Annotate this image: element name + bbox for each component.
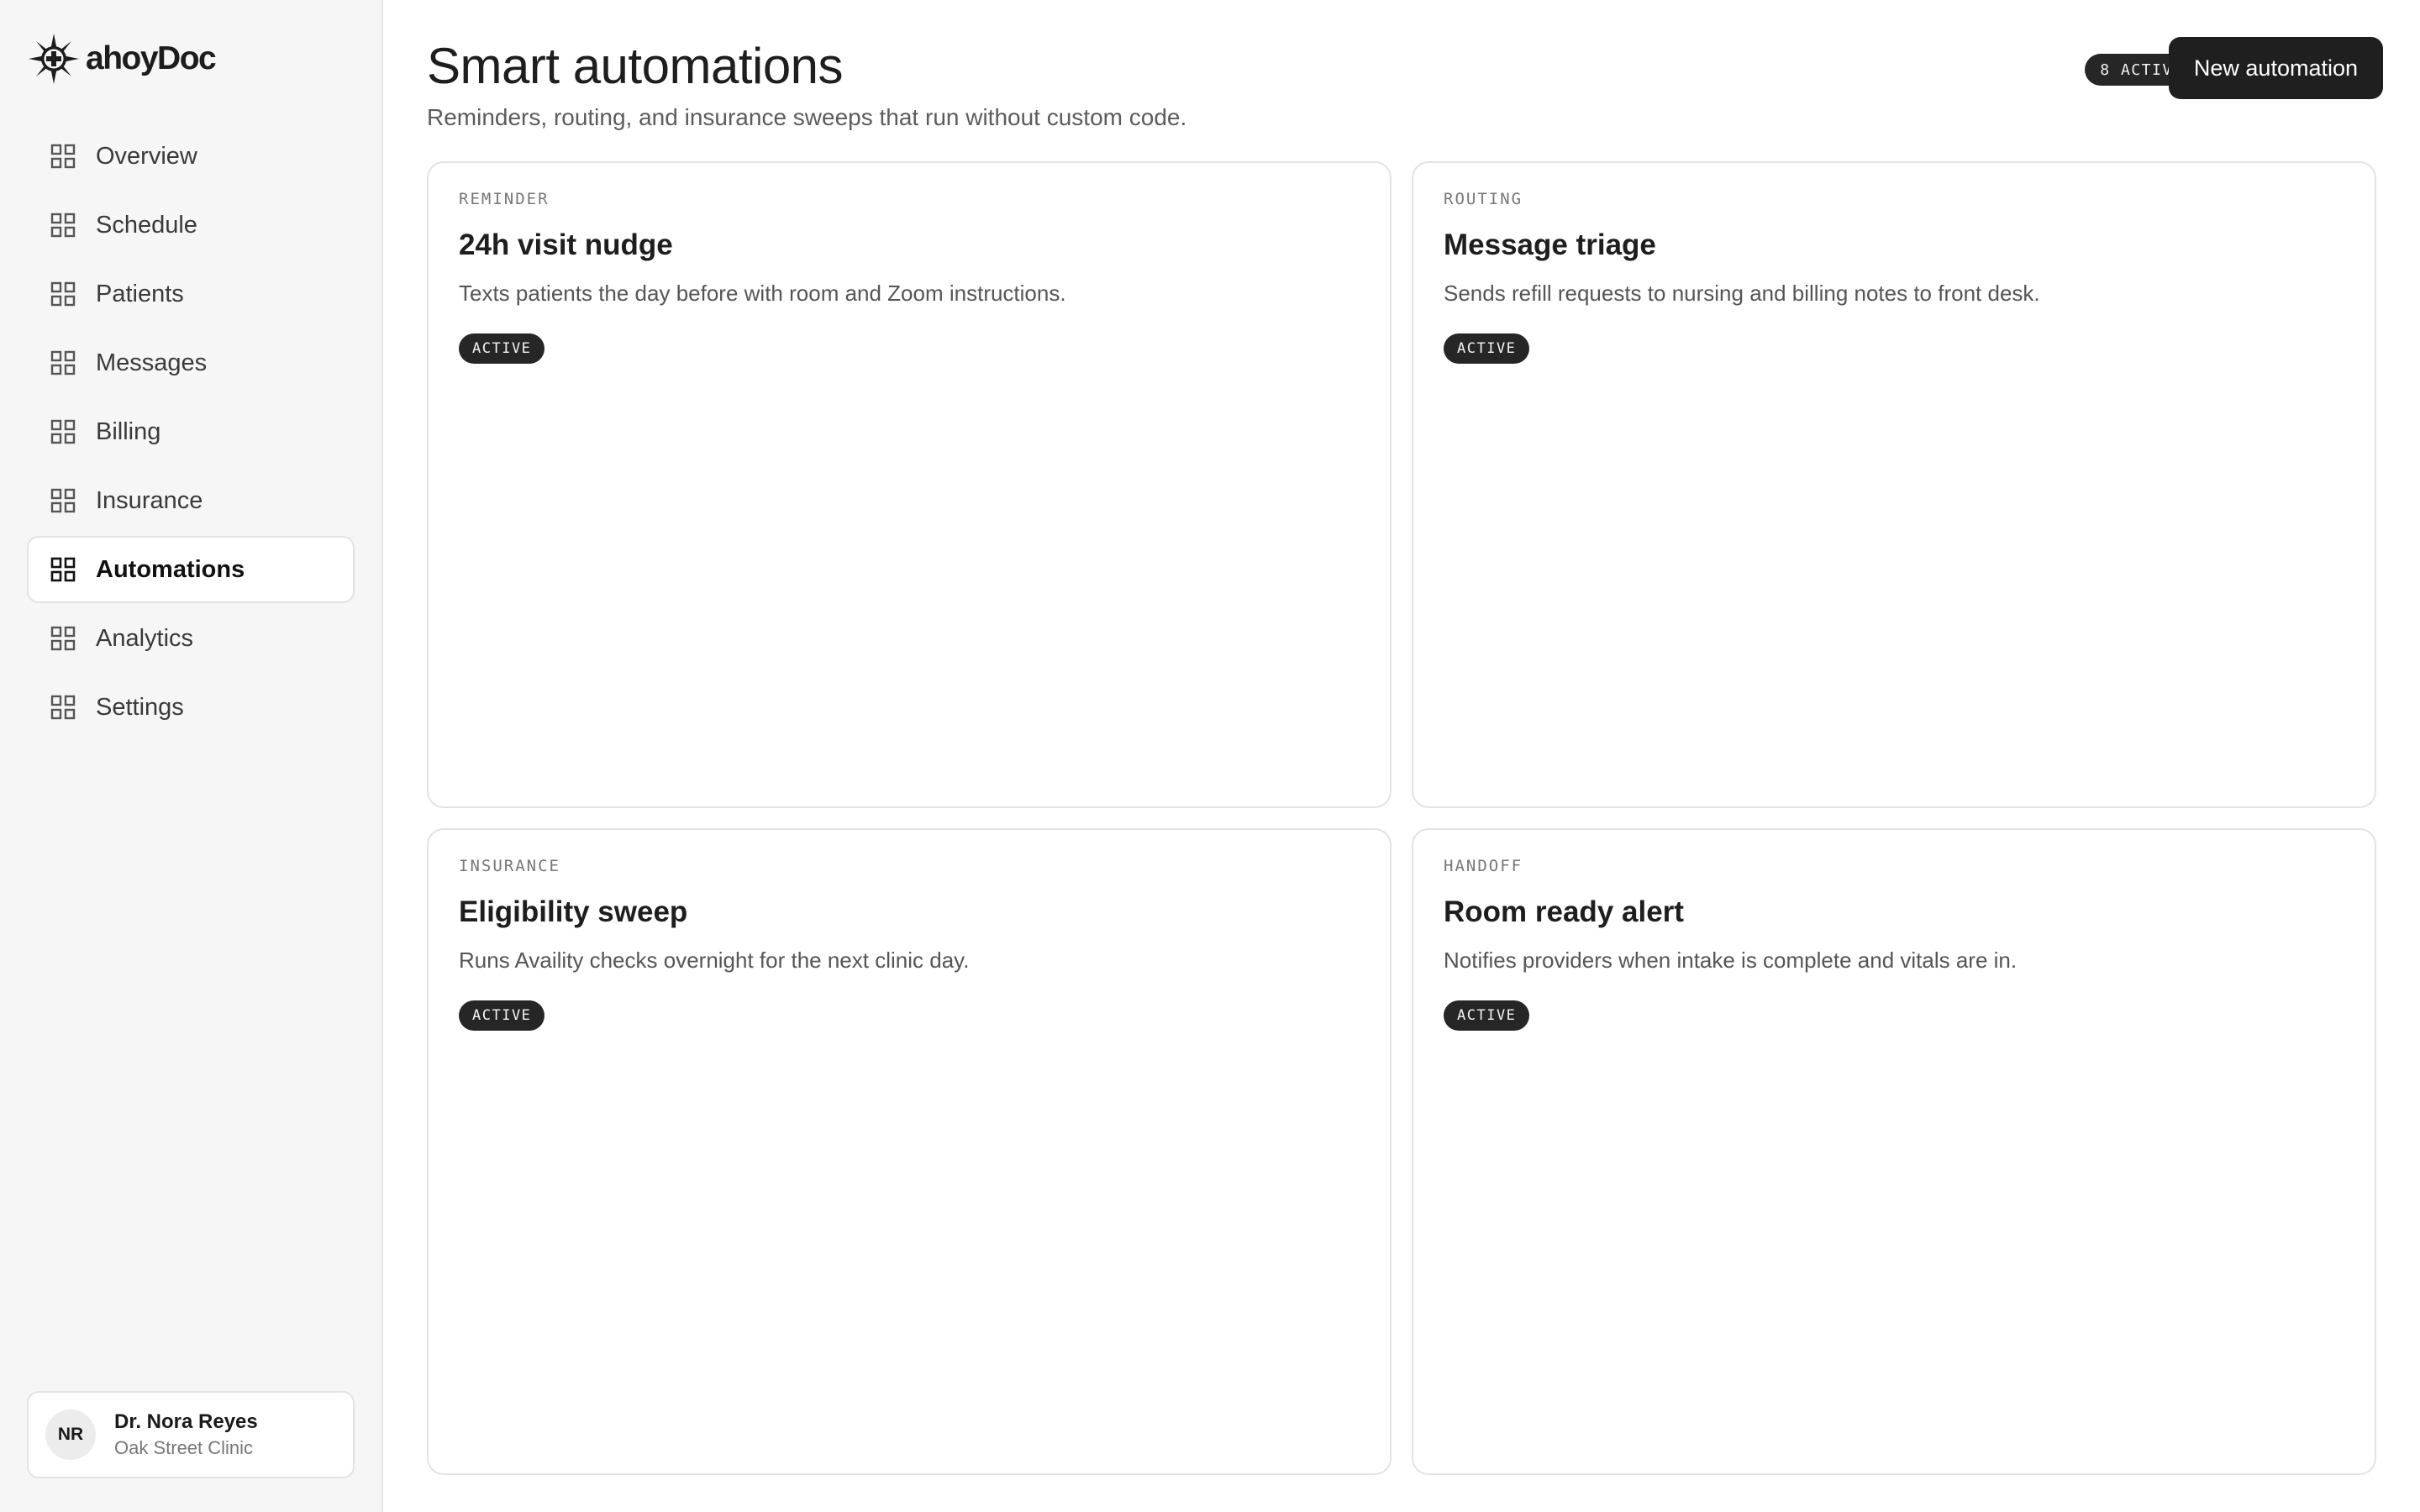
grid-icon bbox=[50, 419, 76, 444]
status-badge: ACTIVE bbox=[1444, 333, 1530, 364]
sidebar-item-billing[interactable]: Billing bbox=[27, 398, 355, 465]
card-kind: ROUTING bbox=[1444, 190, 1523, 208]
sidebar-item-automations[interactable]: Automations bbox=[27, 536, 355, 603]
sidebar-item-label: Analytics bbox=[96, 624, 194, 652]
sidebar-item-settings[interactable]: Settings bbox=[27, 674, 355, 741]
sidebar-item-label: Billing bbox=[96, 417, 161, 445]
card-description: Texts patients the day before with room … bbox=[459, 281, 1066, 306]
brand[interactable]: ahoyDoc bbox=[27, 32, 217, 86]
automation-card[interactable]: INSURANCE Eligibility sweep Runs Availit… bbox=[427, 828, 1392, 1475]
automation-card[interactable]: HANDOFF Room ready alert Notifies provid… bbox=[1412, 828, 2376, 1475]
grid-icon bbox=[50, 144, 76, 169]
grid-icon bbox=[50, 350, 76, 375]
sidebar-item-label: Insurance bbox=[96, 486, 203, 514]
grid-icon bbox=[50, 488, 76, 513]
main-content: Smart automations Reminders, routing, an… bbox=[383, 0, 2420, 1512]
card-title: Eligibility sweep bbox=[459, 895, 688, 928]
new-automation-button[interactable]: New automation bbox=[2168, 37, 2383, 99]
sidebar-item-label: Overview bbox=[96, 142, 197, 170]
grid-icon bbox=[50, 281, 76, 307]
automation-card[interactable]: REMINDER 24h visit nudge Texts patients … bbox=[427, 161, 1392, 808]
sidebar-nav: Overview Schedule Patients Messages Bill… bbox=[27, 123, 355, 743]
sidebar-item-label: Patients bbox=[96, 280, 184, 307]
card-title: 24h visit nudge bbox=[459, 228, 673, 261]
page-title: Smart automations bbox=[427, 38, 844, 94]
sidebar: ahoyDoc Overview Schedule Patients Messa… bbox=[0, 0, 383, 1512]
sidebar-item-overview[interactable]: Overview bbox=[27, 123, 355, 190]
sidebar-item-label: Messages bbox=[96, 349, 208, 376]
grid-icon bbox=[50, 557, 76, 582]
sidebar-item-messages[interactable]: Messages bbox=[27, 329, 355, 396]
compass-logo-icon bbox=[29, 34, 79, 84]
card-kind: INSURANCE bbox=[459, 857, 560, 875]
card-description: Runs Availity checks overnight for the n… bbox=[459, 948, 970, 973]
card-kind: HANDOFF bbox=[1444, 857, 1523, 875]
user-clinic: Oak Street Clinic bbox=[114, 1437, 254, 1458]
status-badge: ACTIVE bbox=[459, 333, 545, 364]
sidebar-item-schedule[interactable]: Schedule bbox=[27, 192, 355, 259]
sidebar-item-label: Settings bbox=[96, 693, 184, 721]
card-title: Room ready alert bbox=[1444, 895, 1684, 928]
sidebar-item-label: Schedule bbox=[96, 211, 197, 239]
sidebar-item-patients[interactable]: Patients bbox=[27, 260, 355, 328]
automation-grid: REMINDER 24h visit nudge Texts patients … bbox=[427, 161, 2376, 1475]
sidebar-item-analytics[interactable]: Analytics bbox=[27, 605, 355, 672]
grid-icon bbox=[50, 695, 76, 720]
avatar: NR bbox=[45, 1410, 96, 1460]
status-badge: ACTIVE bbox=[1444, 1000, 1530, 1031]
user-info: Dr. Nora Reyes Oak Street Clinic bbox=[114, 1410, 258, 1459]
user-card[interactable]: NR Dr. Nora Reyes Oak Street Clinic bbox=[27, 1391, 355, 1478]
card-title: Message triage bbox=[1444, 228, 1656, 261]
sidebar-item-insurance[interactable]: Insurance bbox=[27, 467, 355, 534]
card-description: Notifies providers when intake is comple… bbox=[1444, 948, 2018, 973]
brand-name: ahoyDoc bbox=[86, 40, 217, 76]
user-name: Dr. Nora Reyes bbox=[114, 1410, 258, 1433]
grid-icon bbox=[50, 213, 76, 238]
card-kind: REMINDER bbox=[459, 190, 550, 208]
app-root: ahoyDoc Overview Schedule Patients Messa… bbox=[0, 0, 2420, 1512]
automation-card[interactable]: ROUTING Message triage Sends refill requ… bbox=[1412, 161, 2376, 808]
card-description: Sends refill requests to nursing and bil… bbox=[1444, 281, 2040, 306]
sidebar-item-label: Automations bbox=[96, 555, 245, 583]
page-subtitle: Reminders, routing, and insurance sweeps… bbox=[427, 104, 1187, 130]
status-badge: ACTIVE bbox=[459, 1000, 545, 1031]
grid-icon bbox=[50, 626, 76, 651]
